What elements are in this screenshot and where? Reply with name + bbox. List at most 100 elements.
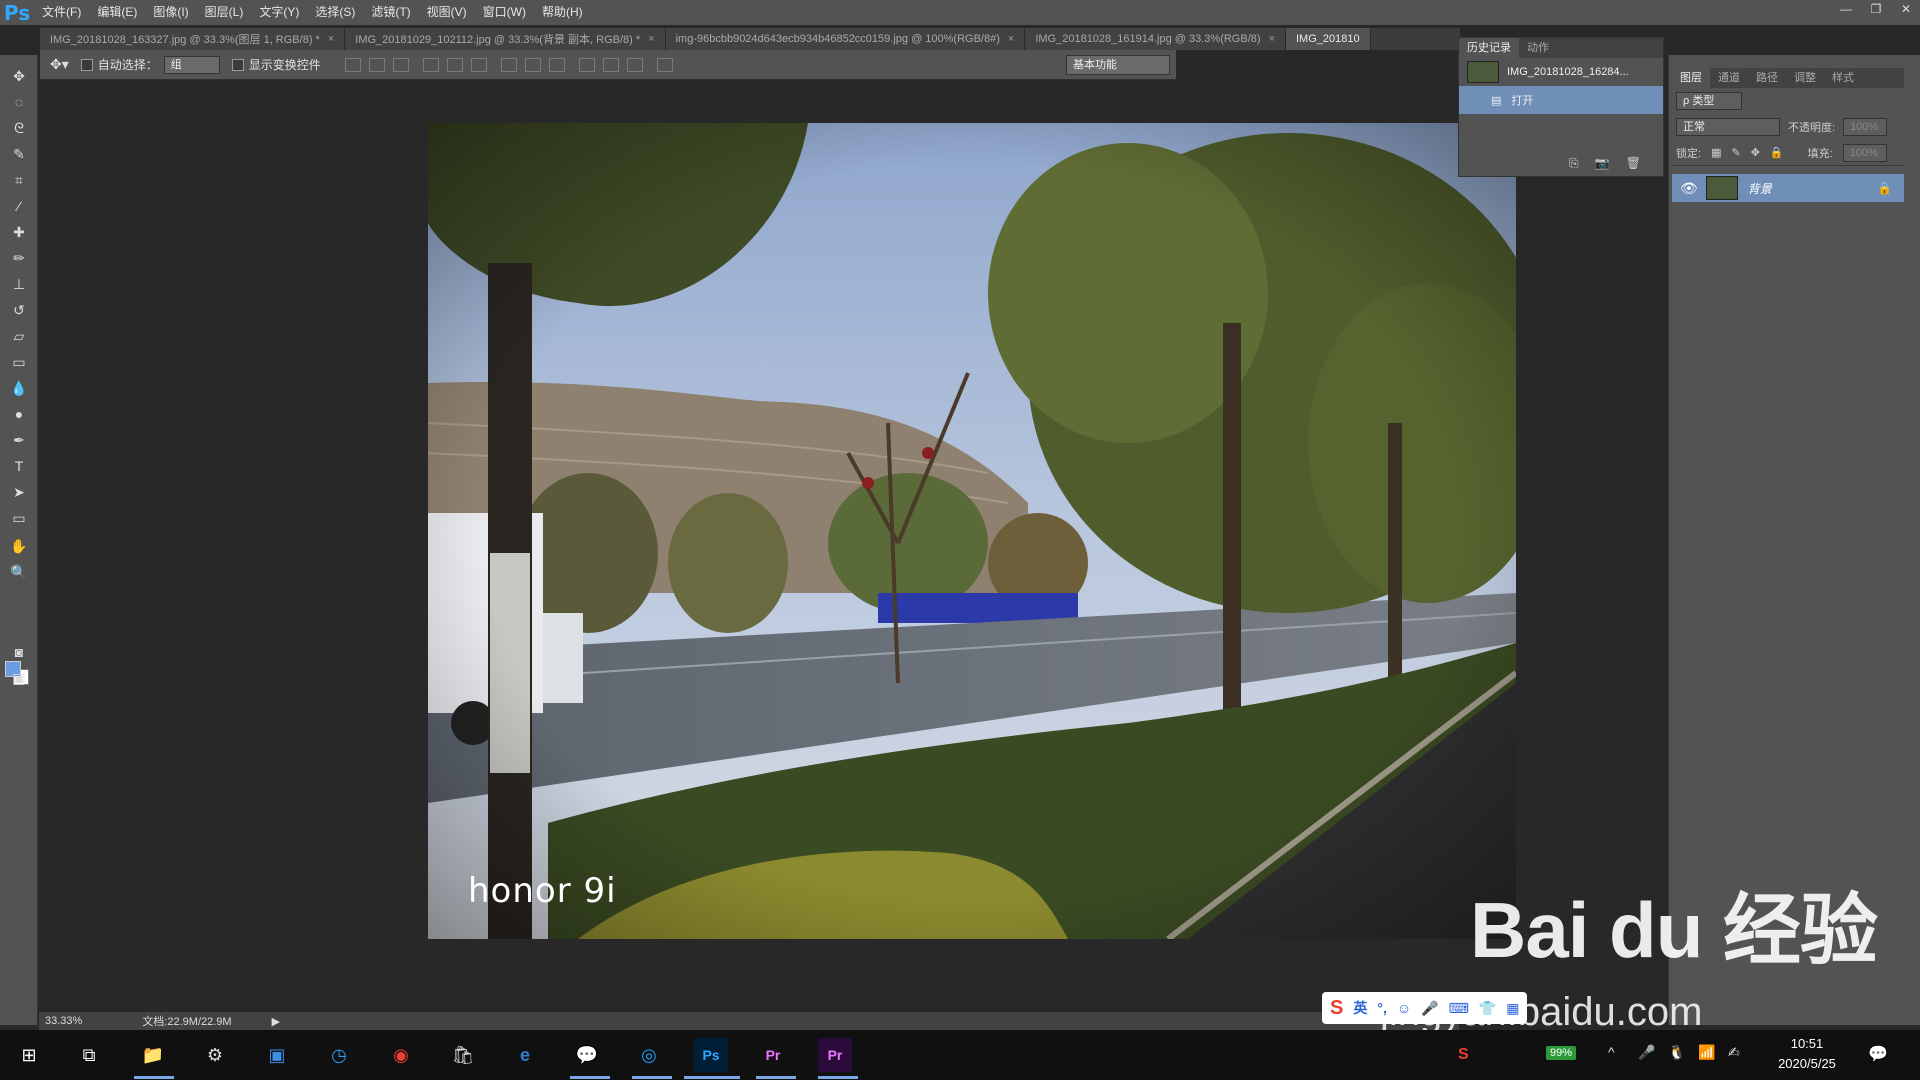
file-explorer-icon[interactable]: 📁 — [136, 1038, 170, 1072]
align-right-icon[interactable] — [470, 57, 487, 72]
eraser-tool-icon[interactable]: ▱ — [7, 325, 31, 347]
tab-styles[interactable]: 样式 — [1824, 68, 1862, 88]
tab-actions[interactable]: 动作 — [1519, 38, 1557, 58]
restore-icon[interactable]: ❐ — [1862, 0, 1890, 18]
quick-mask-icon[interactable]: ◙ — [7, 641, 31, 663]
auto-select-checkbox[interactable] — [80, 58, 93, 71]
menu-select[interactable]: 选择(S) — [307, 0, 363, 25]
punctuation-icon[interactable]: °, — [1377, 1000, 1387, 1016]
ie-icon[interactable]: e — [508, 1038, 542, 1072]
doc-tab[interactable]: IMG_20181028_163327.jpg @ 33.3%(图层 1, RG… — [40, 28, 346, 50]
align-bottom-icon[interactable] — [392, 57, 409, 72]
tab-history[interactable]: 历史记录 — [1459, 38, 1519, 58]
auto-select-dropdown[interactable]: 组 — [163, 55, 220, 74]
tab-adjustments[interactable]: 调整 — [1786, 68, 1824, 88]
align-top-icon[interactable] — [344, 57, 361, 72]
distribute-vcenter-icon[interactable] — [524, 57, 541, 72]
doc-tab[interactable]: IMG_20181028_161914.jpg @ 33.3%(RGB/8) × — [1025, 28, 1286, 50]
keyboard-icon[interactable]: ⌨ — [1449, 1000, 1469, 1017]
camera-icon[interactable]: 📷 — [1595, 156, 1610, 171]
eye-icon[interactable]: 👁 — [1680, 180, 1698, 197]
microphone-icon[interactable]: 🎤 — [1638, 1044, 1655, 1061]
browser-icon[interactable]: ◎ — [632, 1038, 666, 1072]
windows-start-icon[interactable]: ⊞ — [12, 1038, 46, 1072]
clock-app-icon[interactable]: ◷ — [322, 1038, 356, 1072]
menu-layer[interactable]: 图层(L) — [197, 0, 252, 25]
auto-align-icon[interactable] — [656, 57, 673, 72]
screen-mode-icon[interactable]: ▣ — [7, 667, 31, 689]
task-view-icon[interactable]: ⧉ — [72, 1038, 106, 1072]
chrome-icon[interactable]: ◉ — [384, 1038, 418, 1072]
path-select-icon[interactable]: ➤ — [7, 481, 31, 503]
notification-icon[interactable]: 💬 — [1868, 1044, 1888, 1064]
status-arrow-icon[interactable]: ▶ — [272, 1015, 280, 1028]
show-transform-checkbox[interactable] — [231, 58, 244, 71]
clock-date[interactable]: 2020/5/25 — [1762, 1056, 1852, 1071]
lock-position-icon[interactable]: ✥ — [1751, 146, 1760, 159]
lock-brush-icon[interactable]: ✎ — [1731, 146, 1740, 159]
menu-type[interactable]: 文字(Y) — [251, 0, 307, 25]
ime-mode[interactable]: 英 — [1353, 998, 1367, 1018]
zoom-level[interactable]: 33.33% — [45, 1015, 82, 1027]
wifi-icon[interactable]: 📶 — [1698, 1044, 1715, 1061]
tab-paths[interactable]: 路径 — [1748, 68, 1786, 88]
lock-all-icon[interactable]: 🔒 — [1770, 146, 1784, 159]
shape-tool-icon[interactable]: ▭ — [7, 507, 31, 529]
quick-select-tool-icon[interactable]: ✎ — [7, 143, 31, 165]
pen-icon[interactable]: ✍ — [1728, 1044, 1740, 1061]
move-tool-icon[interactable]: ✥ — [7, 65, 31, 87]
qq-icon[interactable]: 🐧 — [1668, 1044, 1685, 1061]
healing-brush-icon[interactable]: ✚ — [7, 221, 31, 243]
store-icon[interactable]: 🛍 — [446, 1038, 480, 1072]
type-tool-icon[interactable]: T — [7, 455, 31, 477]
move-tool-icon[interactable]: ✥▾ — [50, 56, 69, 73]
close-tab-icon[interactable]: × — [1269, 33, 1275, 45]
hand-tool-icon[interactable]: ✋ — [7, 535, 31, 557]
marquee-tool-icon[interactable]: ◌ — [7, 91, 31, 113]
chevron-up-icon[interactable]: ^ — [1608, 1044, 1615, 1060]
menu-filter[interactable]: 滤镜(T) — [363, 0, 418, 25]
eyedropper-tool-icon[interactable]: ⁄ — [7, 195, 31, 217]
distribute-right-icon[interactable] — [626, 57, 643, 72]
gradient-tool-icon[interactable]: ▭ — [7, 351, 31, 373]
doc-tab[interactable]: img-96bcbb9024d643ecb934b46852cc0159.jpg… — [665, 28, 1026, 50]
crop-tool-icon[interactable]: ⌗ — [7, 169, 31, 191]
doc-tab-active[interactable]: IMG_201810 — [1285, 28, 1371, 50]
skin-icon[interactable]: 👕 — [1479, 1000, 1496, 1017]
history-snapshot[interactable]: IMG_20181028_16284... — [1459, 58, 1663, 86]
lock-pixels-icon[interactable]: ▦ — [1711, 146, 1721, 159]
layer-row[interactable]: 👁 背景 🔒 — [1672, 174, 1904, 202]
stamp-tool-icon[interactable]: ⊥ — [7, 273, 31, 295]
distribute-bottom-icon[interactable] — [548, 57, 565, 72]
close-tab-icon[interactable]: × — [328, 33, 334, 45]
blur-tool-icon[interactable]: 💧 — [7, 377, 31, 399]
settings-icon[interactable]: ⚙ — [198, 1038, 232, 1072]
menu-edit[interactable]: 编辑(E) — [89, 0, 145, 25]
clock-time[interactable]: 10:51 — [1762, 1036, 1852, 1051]
tab-channels[interactable]: 通道 — [1710, 68, 1748, 88]
battery-indicator[interactable]: 99% — [1546, 1046, 1577, 1060]
blend-mode-dropdown[interactable]: 正常 — [1676, 118, 1780, 136]
tab-layers[interactable]: 图层 — [1672, 68, 1710, 88]
dodge-tool-icon[interactable]: ● — [7, 403, 31, 425]
opacity-input[interactable]: 100% — [1843, 118, 1888, 136]
wechat-icon[interactable]: 💬 — [570, 1038, 604, 1072]
layer-kind-filter[interactable]: ρ 类型 — [1676, 92, 1742, 110]
fill-input[interactable]: 100% — [1842, 143, 1887, 162]
document-image[interactable]: honor 9i — [428, 123, 1516, 939]
voice-icon[interactable]: 🎤 — [1421, 1000, 1438, 1017]
doc-tab[interactable]: IMG_20181029_102112.jpg @ 33.3%(背景 副本, R… — [345, 28, 666, 50]
history-brush-icon[interactable]: ↺ — [7, 299, 31, 321]
photos-icon[interactable]: ▣ — [260, 1038, 294, 1072]
menu-view[interactable]: 视图(V) — [419, 0, 475, 25]
distribute-left-icon[interactable] — [578, 57, 595, 72]
premiere-icon[interactable]: Pr — [756, 1038, 790, 1072]
close-tab-icon[interactable]: × — [1008, 33, 1014, 45]
menu-help[interactable]: 帮助(H) — [534, 0, 591, 25]
distribute-hcenter-icon[interactable] — [602, 57, 619, 72]
align-vcenter-icon[interactable] — [368, 57, 385, 72]
workspace-dropdown[interactable]: 基本功能 — [1066, 55, 1170, 75]
zoom-tool-icon[interactable]: 🔍 — [7, 561, 31, 583]
sogou-ime-icon[interactable]: S — [1458, 1046, 1469, 1064]
distribute-top-icon[interactable] — [500, 57, 517, 72]
